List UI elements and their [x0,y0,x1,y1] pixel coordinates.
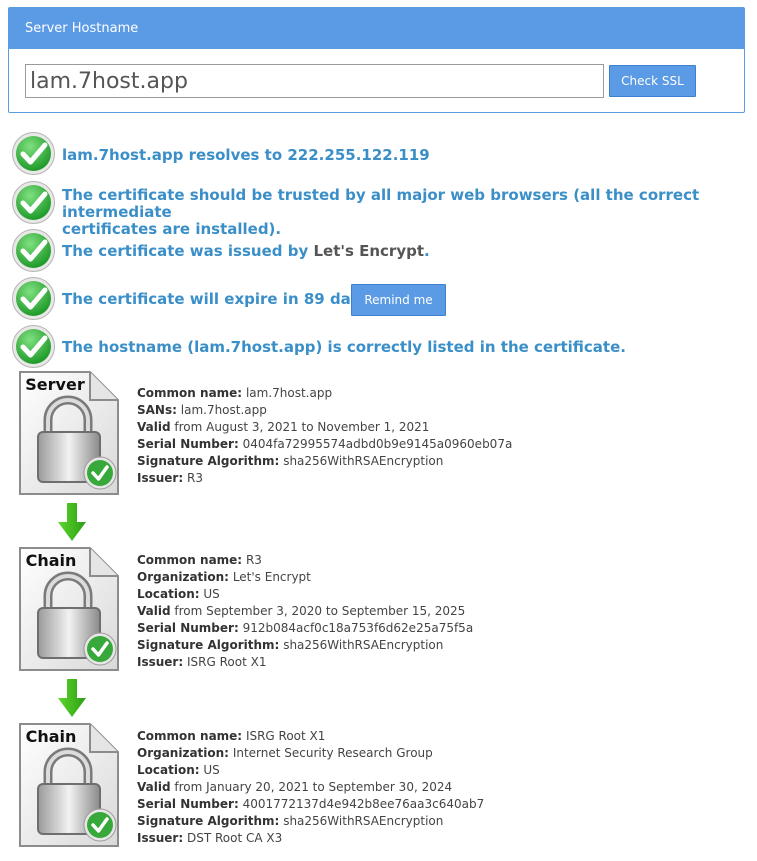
result-trusted-line1: The certificate should be trusted by all… [62,186,700,221]
cert-value: 4001772137d4e942b8ee76aa3c640ab7 [242,797,485,811]
cert-key: Signature Algorithm: [137,454,280,468]
cert-value: ISRG Root X1 [245,729,326,743]
cert-label: Server [25,375,85,394]
cert-label: Chain [26,727,77,746]
cert-key: SANs: [137,403,177,417]
cert-chain-isrg-details: Common name: ISRG Root X1 Organization: … [137,728,484,847]
hostname-input[interactable] [25,64,604,98]
result-hostname: The hostname (lam.7host.app) is correctl… [62,338,626,356]
result-issuer-prefix: The certificate was issued by [62,242,314,260]
cert-key: Serial Number: [137,437,239,451]
cert-chain-r3-details: Common name: R3 Organization: Let's Encr… [137,552,473,671]
cert-value: from September 3, 2020 to September 15, … [174,604,466,618]
cert-key: Location: [137,587,200,601]
cert-key: Valid [137,420,171,434]
cert-value: sha256WithRSAEncryption [283,638,444,652]
cert-value: R3 [186,471,203,485]
down-arrow-icon [58,503,86,541]
result-issuer: The certificate was issued by Let's Encr… [62,243,430,260]
padlock-document-icon: Chain [19,547,119,671]
issuer-name: Let's Encrypt [313,242,425,260]
result-resolves: lam.7host.app resolves to 222.255.122.11… [62,146,430,164]
check-ssl-button[interactable]: Check SSL [609,65,696,97]
check-icon [12,325,55,368]
result-expiry: The certificate will expire in 89 days. [62,290,375,308]
cert-key: Serial Number: [137,797,239,811]
cert-value: lam.7host.app [180,403,267,417]
cert-key: Valid [137,604,171,618]
down-arrow-icon [58,679,86,717]
cert-key: Valid [137,780,171,794]
check-icon [12,132,55,175]
check-icon [12,229,55,272]
cert-key: Common name: [137,386,243,400]
cert-key: Common name: [137,729,243,743]
cert-value: US [203,763,220,777]
cert-key: Issuer: [137,471,184,485]
cert-value: from January 20, 2021 to September 30, 2… [174,780,453,794]
cert-value: ISRG Root X1 [186,655,267,669]
cert-key: Common name: [137,553,243,567]
cert-value: Internet Security Research Group [232,746,433,760]
cert-value: 0404fa72995574adbd0b9e9145a0960eb07a [242,437,513,451]
cert-value: sha256WithRSAEncryption [283,454,444,468]
cert-server-details: Common name: lam.7host.app SANs: lam.7ho… [137,385,512,487]
cert-key: Organization: [137,746,229,760]
cert-key: Signature Algorithm: [137,814,280,828]
check-icon [12,277,55,320]
cert-key: Organization: [137,570,229,584]
result-trusted: The certificate should be trusted by all… [62,187,750,238]
result-issuer-suffix: . [424,242,430,260]
remind-me-button[interactable]: Remind me [351,284,446,316]
cert-value: lam.7host.app [245,386,333,400]
cert-key: Issuer: [137,831,184,845]
cert-value: US [203,587,220,601]
result-trusted-line2: certificates are installed). [62,220,282,238]
cert-key: Issuer: [137,655,184,669]
cert-key: Signature Algorithm: [137,638,280,652]
cert-value: DST Root CA X3 [186,831,283,845]
panel-title: Server Hostname [9,8,744,49]
padlock-document-icon: Chain [19,723,119,847]
cert-value: sha256WithRSAEncryption [283,814,444,828]
check-icon [12,181,55,224]
cert-value: from August 3, 2021 to November 1, 2021 [174,420,430,434]
cert-value: R3 [245,553,262,567]
hostname-panel: Server Hostname Check SSL [8,7,745,113]
cert-label: Chain [26,551,77,570]
cert-key: Location: [137,763,200,777]
cert-value: Let's Encrypt [232,570,311,584]
padlock-document-icon: Server [19,371,119,495]
cert-value: 912b084acf0c18a753f6d62e25a75f5a [242,621,474,635]
cert-key: Serial Number: [137,621,239,635]
